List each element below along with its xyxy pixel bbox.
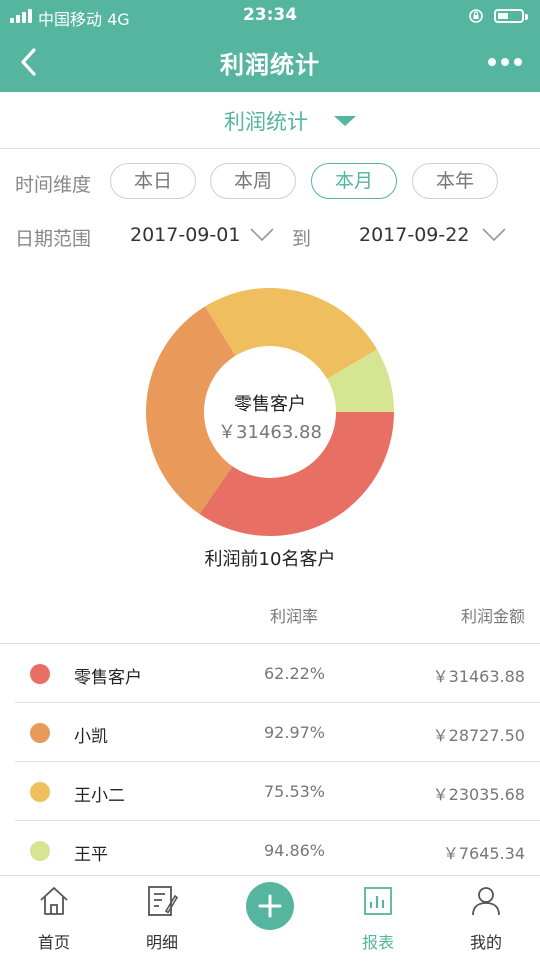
legend-dot xyxy=(30,664,50,684)
tab-mine[interactable]: 我的 xyxy=(432,876,540,961)
chevron-down-icon[interactable] xyxy=(249,224,275,244)
date-range-label: 日期范围 xyxy=(15,228,92,250)
profit-amount: ￥23035.68 xyxy=(432,785,525,804)
table-row[interactable]: 王小二 75.53% ￥23035.68 xyxy=(0,762,540,821)
battery-icon xyxy=(494,9,528,23)
tab-label: 我的 xyxy=(469,933,502,952)
dropdown-label: 利润统计 xyxy=(224,110,308,134)
edit-list-icon xyxy=(148,886,179,916)
time-option-year[interactable]: 本年 xyxy=(412,163,498,199)
customer-name: 小凯 xyxy=(74,727,108,747)
tab-home[interactable]: 首页 xyxy=(0,876,108,961)
customer-name: 王小二 xyxy=(74,786,125,806)
legend-dot xyxy=(30,782,50,802)
to-label: 到 xyxy=(292,228,312,250)
user-icon xyxy=(472,887,500,916)
profit-rate: 62.22% xyxy=(264,664,326,683)
more-icon[interactable] xyxy=(488,58,522,66)
time-option-day[interactable]: 本日 xyxy=(110,163,196,199)
header-profit-rate: 利润率 xyxy=(270,607,319,626)
header-profit-amount: 利润金额 xyxy=(460,607,525,626)
chart-title: 利润前10名客户 xyxy=(204,549,336,570)
time-dimension-label: 时间维度 xyxy=(15,174,92,196)
time-option-month[interactable]: 本月 xyxy=(311,163,397,199)
page-title: 利润统计 xyxy=(220,51,320,79)
table-row[interactable]: 王平 94.86% ￥7645.34 xyxy=(0,821,540,880)
profit-amount: ￥7645.34 xyxy=(442,844,525,863)
chevron-down-icon[interactable] xyxy=(481,224,507,244)
end-date-picker[interactable]: 2017-09-22 xyxy=(359,224,469,246)
report-icon xyxy=(364,887,392,915)
start-date-picker[interactable]: 2017-09-01 xyxy=(130,224,240,246)
tab-label: 明细 xyxy=(145,933,178,952)
nav-bar: 利润统计 xyxy=(0,32,540,92)
tab-details[interactable]: 明细 xyxy=(108,876,216,961)
tab-label: 首页 xyxy=(37,933,70,952)
table-row[interactable]: 零售客户 62.22% ￥31463.88 xyxy=(0,644,540,703)
tab-label: 报表 xyxy=(361,933,394,952)
profit-amount: ￥28727.50 xyxy=(432,726,525,745)
status-time: 23:34 xyxy=(242,5,298,25)
chart-center-name: 零售客户 xyxy=(234,394,306,415)
customer-name: 王平 xyxy=(74,845,108,865)
tab-report[interactable]: 报表 xyxy=(324,876,432,961)
legend-dot xyxy=(30,841,50,861)
status-bar: 中国移动 4G 23:34 xyxy=(0,0,540,32)
profit-rate: 92.97% xyxy=(264,723,326,742)
chart-center-value: ￥31463.88 xyxy=(218,422,322,443)
home-icon xyxy=(40,887,68,915)
legend-dot xyxy=(30,723,50,743)
profit-amount: ￥31463.88 xyxy=(432,667,525,686)
time-option-week[interactable]: 本周 xyxy=(210,163,296,199)
tab-add[interactable] xyxy=(216,876,324,961)
table-row[interactable]: 小凯 92.97% ￥28727.50 xyxy=(0,703,540,762)
tab-bar: 首页 明细 报表 我的 xyxy=(0,875,540,961)
caret-down-icon xyxy=(334,116,356,126)
rotation-lock-icon xyxy=(469,9,483,23)
plus-icon xyxy=(258,894,282,918)
profit-rate: 75.53% xyxy=(264,782,326,801)
customer-name: 零售客户 xyxy=(74,668,142,688)
profit-rate: 94.86% xyxy=(264,841,326,860)
report-type-dropdown[interactable]: 利润统计 xyxy=(0,92,540,149)
